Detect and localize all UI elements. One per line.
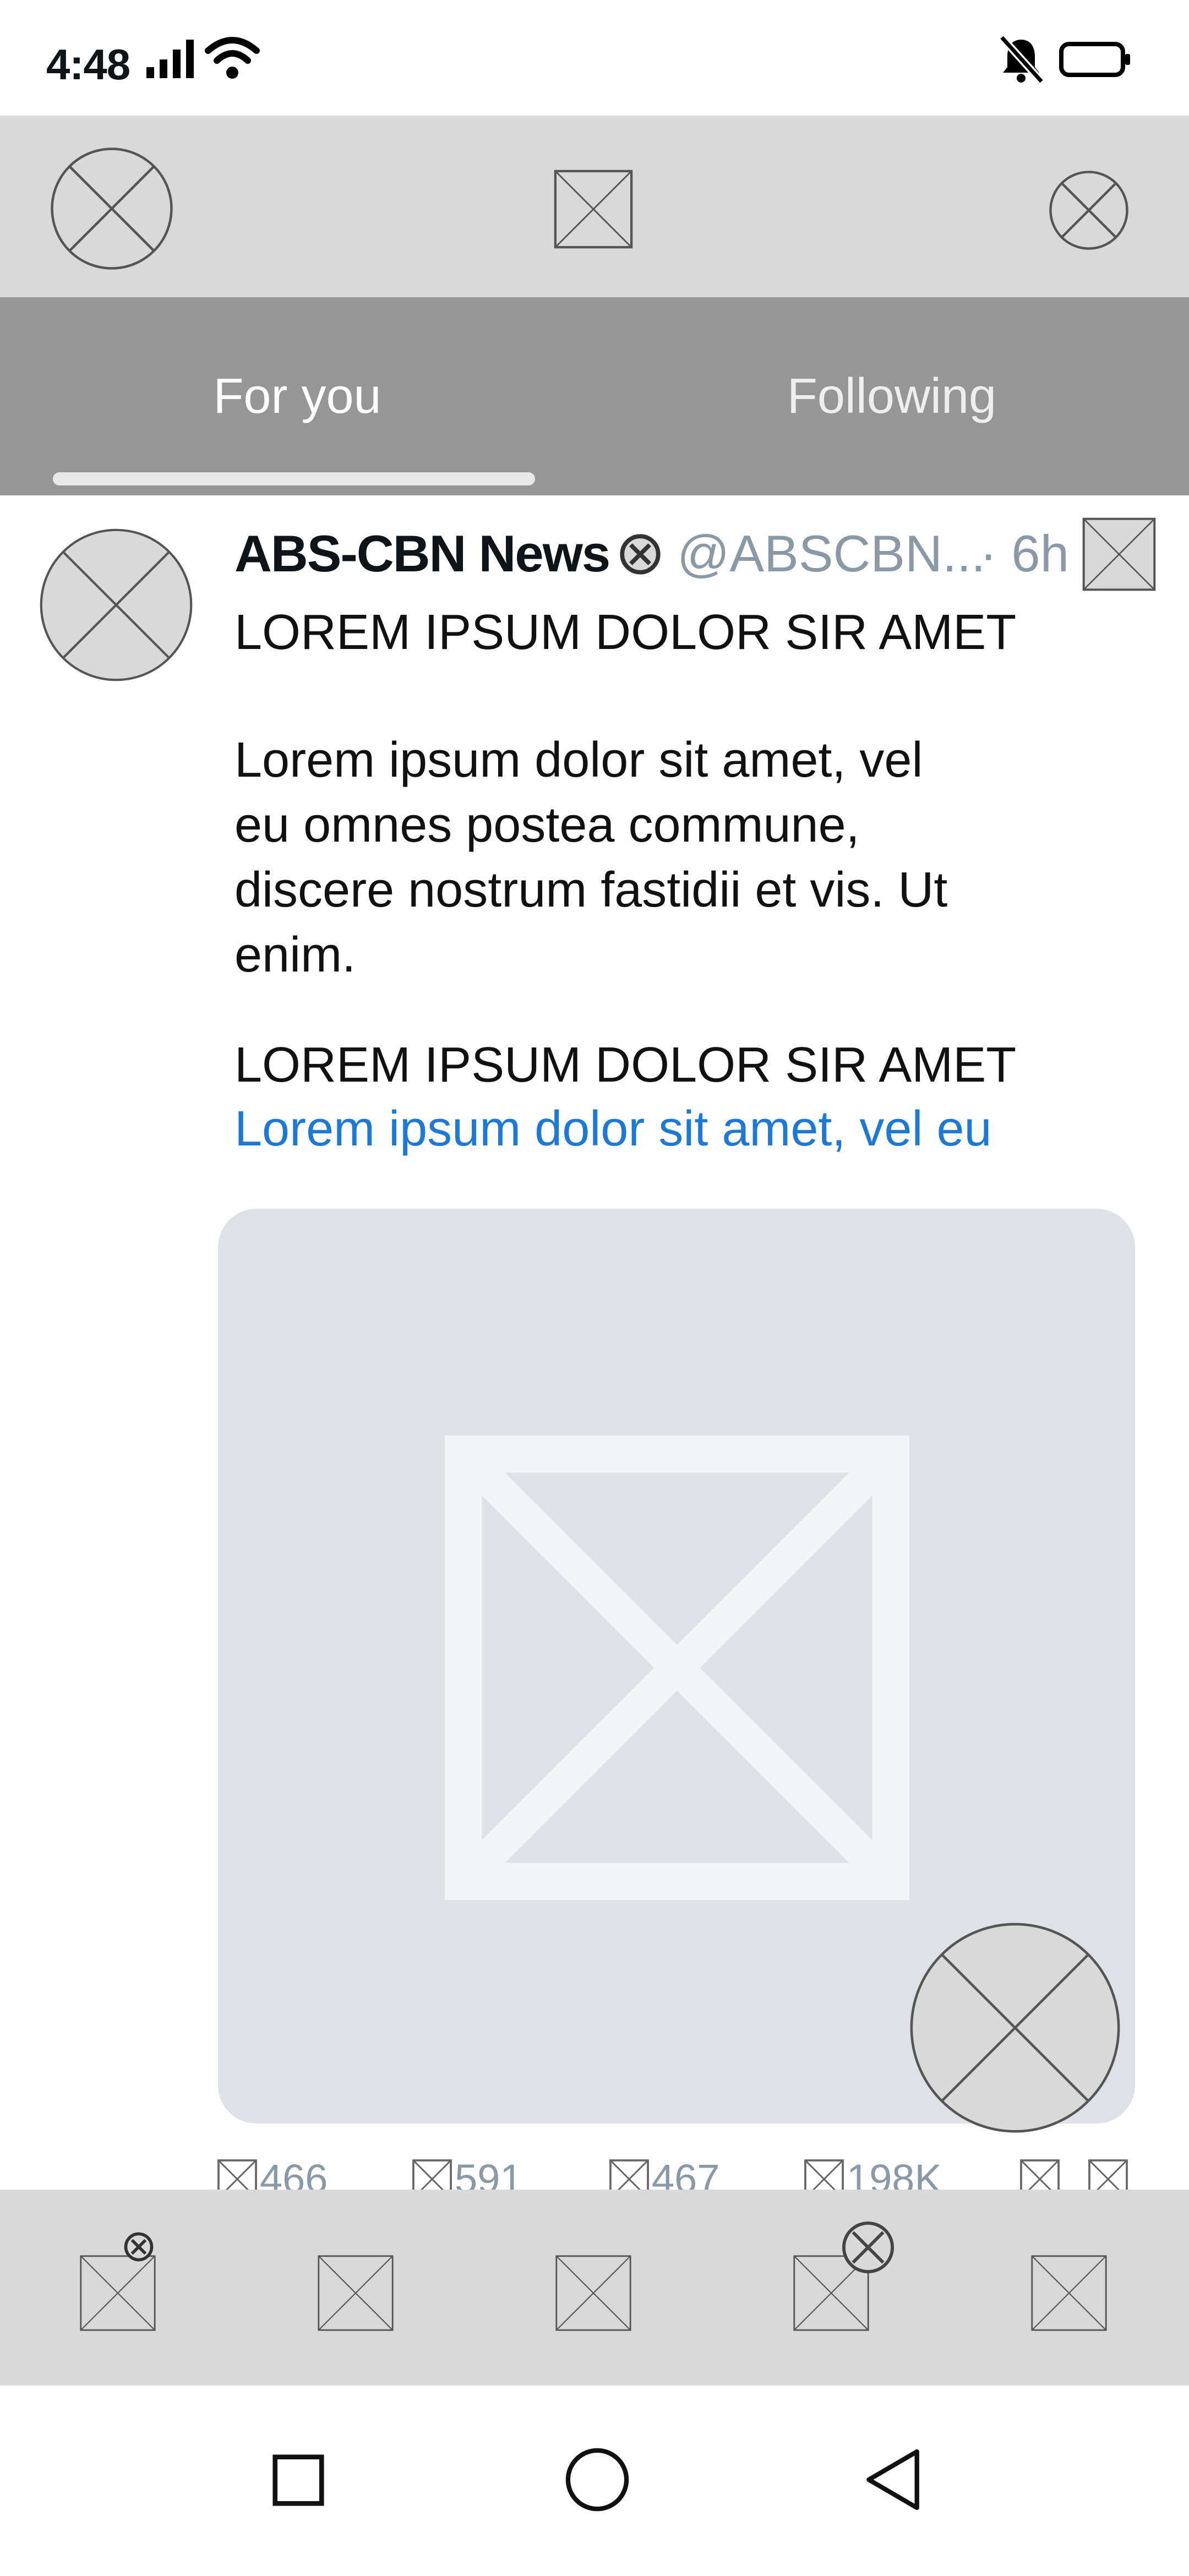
home-nav-icon[interactable] xyxy=(565,2447,630,2512)
play-button-icon[interactable] xyxy=(909,1922,1121,2133)
search-icon[interactable] xyxy=(317,2255,394,2332)
bell-muted-icon xyxy=(999,35,1045,84)
post-headline: LOREM IPSUM DOLOR SIR AMET xyxy=(234,605,1017,660)
post-timestamp: · 6h xyxy=(980,525,1069,582)
verified-badge-icon xyxy=(620,534,661,575)
like-stat[interactable]: 467 xyxy=(609,2159,719,2190)
tab-following[interactable]: Following xyxy=(594,297,1189,495)
views-count: 198K xyxy=(847,2159,942,2190)
back-icon[interactable] xyxy=(864,2447,921,2512)
system-nav-bar xyxy=(0,2386,1189,2576)
image-placeholder-icon xyxy=(445,1436,909,1900)
top-app-bar xyxy=(0,116,1189,297)
home-icon[interactable] xyxy=(79,2255,156,2332)
status-bar: 4:48 xyxy=(0,0,1189,116)
author-name[interactable]: ABS-CBN News xyxy=(234,524,610,583)
author-handle[interactable]: @ABSCBN... xyxy=(677,524,985,583)
views-stat[interactable]: 198K xyxy=(804,2159,942,2190)
share-stat[interactable] xyxy=(1088,2159,1131,2190)
reply-count: 466 xyxy=(260,2159,328,2190)
status-time: 4:48 xyxy=(46,40,130,89)
views-icon xyxy=(804,2159,844,2190)
repost-count: 591 xyxy=(455,2159,523,2190)
share-icon xyxy=(1088,2159,1128,2190)
post-link[interactable]: Lorem ipsum dolor sit amet, vel eu xyxy=(234,1101,992,1158)
signal-icon xyxy=(146,40,194,78)
recents-icon[interactable] xyxy=(272,2454,325,2507)
reply-icon xyxy=(217,2159,257,2190)
logo-icon[interactable] xyxy=(554,170,633,249)
post-body-line: enim. xyxy=(234,927,356,983)
repost-icon xyxy=(412,2159,452,2190)
messages-icon[interactable] xyxy=(1030,2255,1108,2332)
home-badge-icon xyxy=(124,2232,154,2262)
feed-tabs: For you Following xyxy=(0,297,1189,495)
author-avatar-icon[interactable] xyxy=(40,528,193,681)
wifi-icon xyxy=(205,37,260,79)
like-count: 467 xyxy=(652,2159,720,2190)
post-body-line: Lorem ipsum dolor sit amet, vel xyxy=(234,733,923,788)
reply-stat[interactable]: 466 xyxy=(217,2159,328,2190)
profile-avatar-icon[interactable] xyxy=(50,146,174,271)
post-subheadline: LOREM IPSUM DOLOR SIR AMET xyxy=(234,1038,1017,1093)
tab-for-you[interactable]: For you xyxy=(0,297,594,495)
more-options-icon[interactable] xyxy=(1082,517,1156,591)
post-body-line: eu omnes postea commune, xyxy=(234,798,860,853)
like-icon xyxy=(609,2159,649,2190)
notifications-badge-icon xyxy=(842,2221,895,2274)
post-body-line: discere nostrum fastidii et vis. Ut xyxy=(234,863,948,918)
battery-icon xyxy=(1059,42,1130,77)
bottom-tab-bar xyxy=(0,2190,1189,2386)
bookmark-stat[interactable] xyxy=(1019,2159,1062,2190)
tab-selected-indicator xyxy=(53,472,535,485)
bookmark-icon xyxy=(1020,2159,1060,2190)
communities-icon[interactable] xyxy=(555,2255,632,2332)
repost-stat[interactable]: 591 xyxy=(412,2159,522,2190)
settings-icon[interactable] xyxy=(1048,170,1130,251)
